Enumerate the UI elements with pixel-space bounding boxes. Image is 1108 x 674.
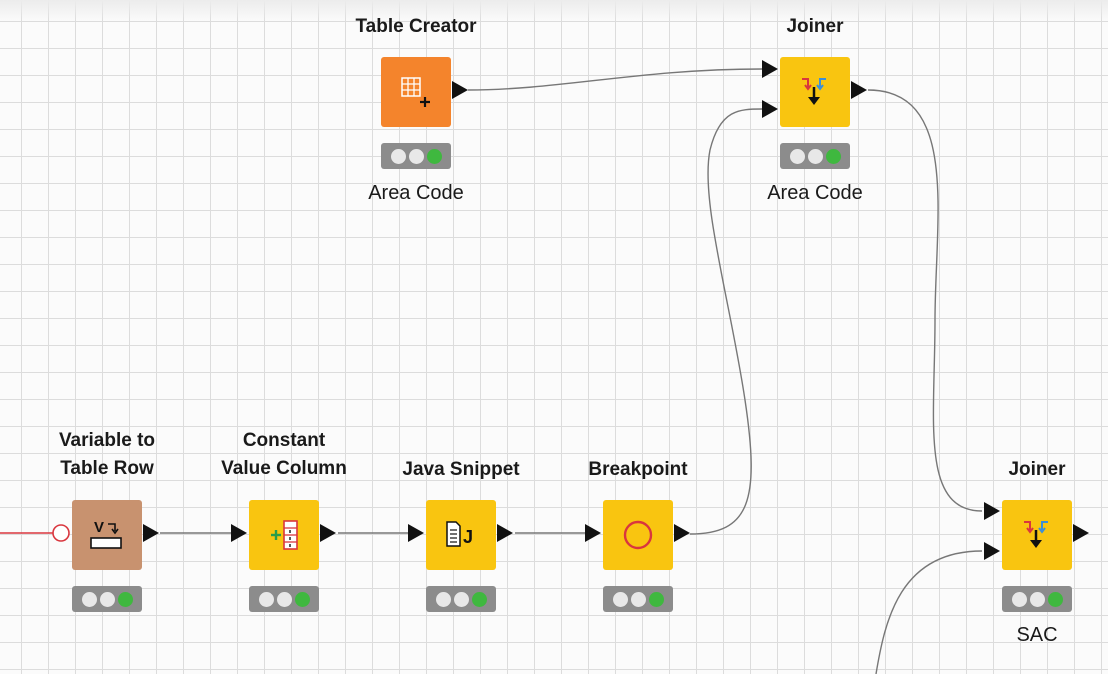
node-title: Variable to Table Row — [58, 430, 156, 479]
connection-joiner-to-joiner-bottom[interactable] — [867, 89, 983, 512]
status-traffic-light — [780, 143, 850, 169]
status-light-yellow — [99, 591, 115, 607]
status-light-yellow — [453, 591, 469, 607]
status-light-red — [390, 148, 406, 164]
output-port[interactable] — [320, 524, 336, 542]
status-light-red — [1011, 591, 1027, 607]
joiner-icon — [1024, 521, 1048, 548]
output-port[interactable] — [1073, 524, 1089, 542]
status-light-yellow — [807, 148, 823, 164]
node-title: Constant Value Column — [221, 430, 347, 479]
input-port-right[interactable] — [984, 542, 1000, 560]
status-traffic-light — [426, 586, 496, 612]
output-port[interactable] — [674, 524, 690, 542]
output-port[interactable] — [452, 81, 468, 99]
input-port-left[interactable] — [762, 60, 778, 78]
connection-table-creator-to-joiner[interactable] — [467, 68, 763, 91]
node-title: Joiner — [1008, 459, 1066, 480]
node-body[interactable] — [249, 500, 319, 570]
add-column-icon — [271, 520, 298, 550]
output-port[interactable] — [851, 81, 867, 99]
status-light-green — [117, 591, 133, 607]
input-port[interactable] — [231, 524, 247, 542]
node-title: Java Snippet — [402, 459, 520, 480]
status-light-yellow — [276, 591, 292, 607]
node-annotation[interactable]: SAC — [937, 624, 1108, 647]
flow-variable-port[interactable] — [52, 524, 70, 542]
node-annotation[interactable]: Area Code — [715, 182, 915, 205]
input-port-right[interactable] — [762, 100, 778, 118]
table-plus-icon — [401, 77, 430, 107]
status-light-green — [426, 148, 442, 164]
workflow-canvas[interactable]: Table Creator Area Code Joiner Area Code… — [0, 0, 1108, 674]
output-port[interactable] — [497, 524, 513, 542]
joiner-icon — [802, 78, 826, 105]
status-light-yellow — [1029, 591, 1045, 607]
node-title: Breakpoint — [588, 459, 688, 480]
status-traffic-light — [249, 586, 319, 612]
node-body[interactable] — [603, 500, 673, 570]
breakpoint-icon — [623, 520, 653, 550]
variable-to-row-icon: V — [90, 519, 122, 549]
status-light-red — [258, 591, 274, 607]
connection-layer — [0, 68, 983, 674]
node-body[interactable] — [1002, 500, 1072, 570]
java-snippet-icon: J — [446, 521, 473, 547]
status-light-green — [825, 148, 841, 164]
status-light-red — [435, 591, 451, 607]
output-port[interactable] — [143, 524, 159, 542]
status-traffic-light — [72, 586, 142, 612]
input-port[interactable] — [408, 524, 424, 542]
node-body[interactable]: V — [72, 500, 142, 570]
connection-incoming-to-joiner-bottom[interactable] — [875, 550, 983, 674]
status-light-red — [81, 591, 97, 607]
status-light-yellow — [408, 148, 424, 164]
status-light-yellow — [630, 591, 646, 607]
input-port-left[interactable] — [984, 502, 1000, 520]
status-traffic-light — [603, 586, 673, 612]
status-light-red — [612, 591, 628, 607]
node-body[interactable] — [780, 57, 850, 127]
status-light-green — [1047, 591, 1063, 607]
svg-text:J: J — [463, 527, 473, 547]
status-light-green — [471, 591, 487, 607]
status-traffic-light — [381, 143, 451, 169]
status-traffic-light — [1002, 586, 1072, 612]
status-light-red — [789, 148, 805, 164]
input-port[interactable] — [585, 524, 601, 542]
status-light-green — [648, 591, 664, 607]
node-title: Table Creator — [355, 16, 477, 37]
node-title: Joiner — [786, 16, 844, 37]
svg-text:V: V — [94, 519, 104, 536]
node-body[interactable] — [381, 57, 451, 127]
node-annotation[interactable]: Area Code — [316, 182, 516, 205]
node-body[interactable]: J — [426, 500, 496, 570]
status-light-green — [294, 591, 310, 607]
